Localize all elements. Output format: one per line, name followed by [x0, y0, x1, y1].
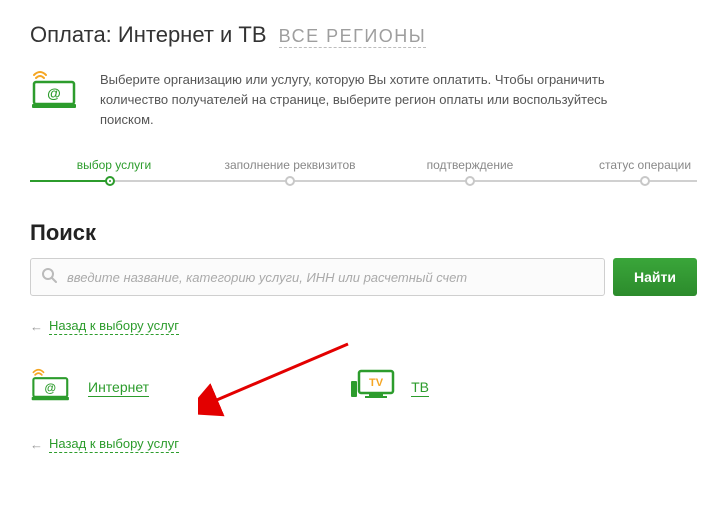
step-2-label: заполнение реквизитов	[205, 158, 375, 172]
search-input[interactable]	[65, 269, 594, 286]
back-link-bottom[interactable]: ← Назад к выбору услуг	[30, 436, 179, 453]
step-3-label: подтверждение	[405, 158, 535, 172]
step-4-label: статус операции	[575, 158, 715, 172]
category-list: @ Интернет TV ТВ	[30, 367, 697, 408]
arrow-left-icon: ←	[30, 437, 43, 452]
search-button[interactable]: Найти	[613, 258, 697, 296]
tv-icon: TV	[349, 367, 397, 408]
category-internet-label: Интернет	[88, 379, 149, 397]
step-1-label: выбор услуги	[54, 158, 174, 172]
title-prefix: Оплата:	[30, 22, 112, 47]
search-icon	[41, 267, 57, 288]
search-heading: Поиск	[30, 220, 697, 246]
arrow-left-icon: ←	[30, 319, 43, 334]
svg-text:@: @	[47, 85, 61, 101]
internet-icon: @	[30, 368, 74, 407]
search-row: Найти	[30, 258, 697, 296]
intro-text: Выберите организацию или услугу, которую…	[100, 70, 660, 130]
region-selector[interactable]: ВСЕ РЕГИОНЫ	[279, 26, 427, 48]
back-link-top[interactable]: ← Назад к выбору услуг	[30, 318, 179, 335]
svg-text:@: @	[45, 381, 57, 395]
svg-text:TV: TV	[369, 377, 384, 389]
internet-header-icon: @	[30, 70, 82, 115]
intro-block: @ Выберите организацию или услугу, котор…	[30, 70, 697, 130]
title-main: Интернет и ТВ	[118, 22, 267, 47]
category-tv[interactable]: TV ТВ	[349, 367, 429, 408]
back-link-top-label: Назад к выбору услуг	[49, 318, 179, 335]
category-tv-label: ТВ	[411, 379, 429, 397]
page-title: Оплата: Интернет и ТВ ВСЕ РЕГИОНЫ	[30, 22, 697, 48]
progress-stepper: выбор услуги заполнение реквизитов подтв…	[30, 158, 697, 192]
category-internet[interactable]: @ Интернет	[30, 367, 149, 408]
search-box[interactable]	[30, 258, 605, 296]
back-link-bottom-label: Назад к выбору услуг	[49, 436, 179, 453]
